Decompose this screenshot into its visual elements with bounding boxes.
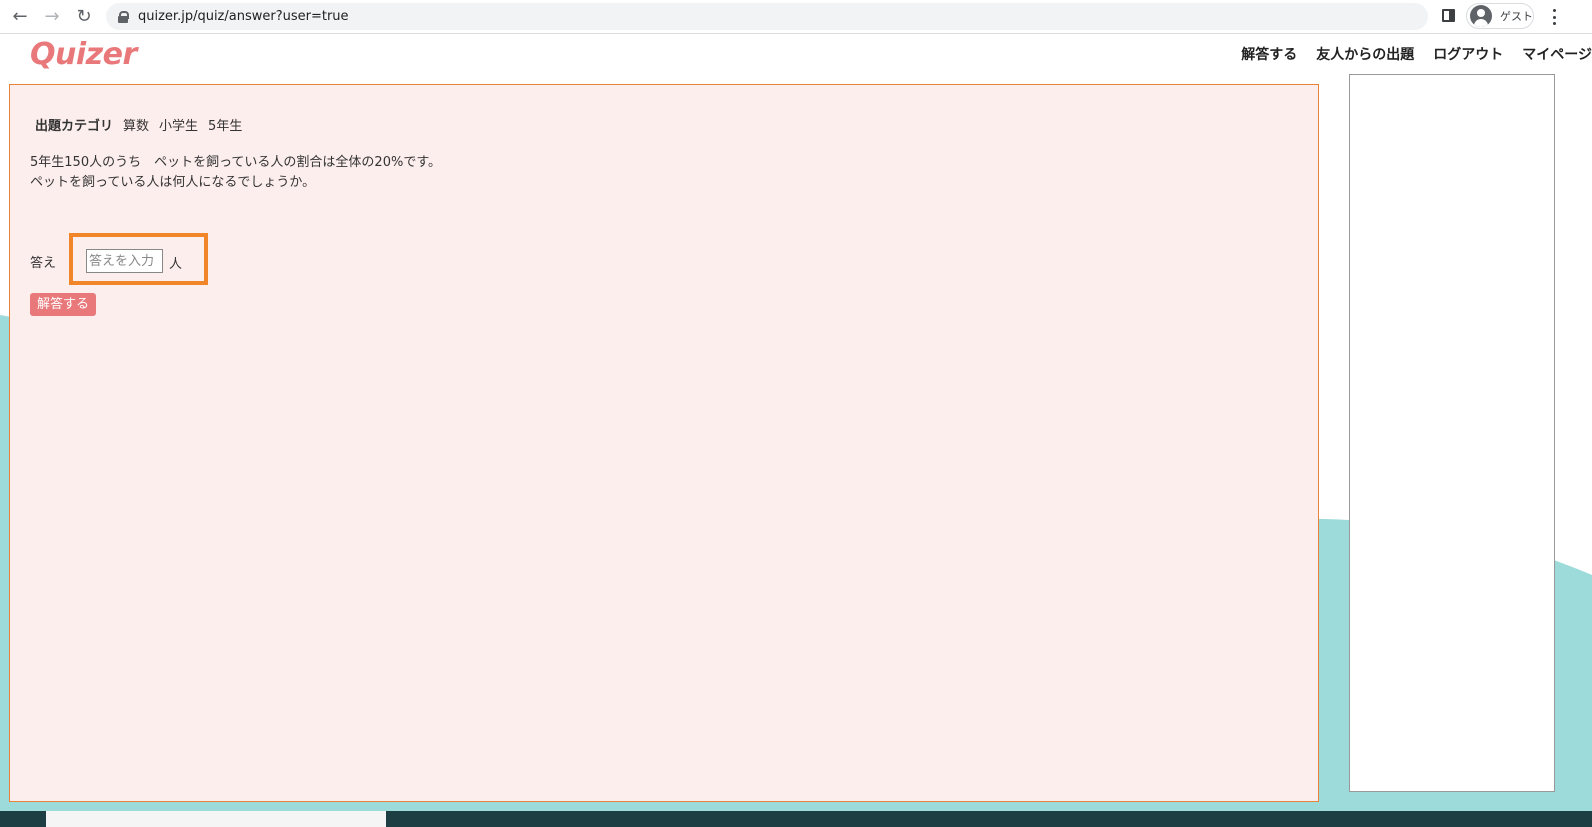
question-line: 5年生150人のうち ペットを飼っている人の割合は全体の20%です。 bbox=[30, 155, 442, 170]
more-menu-icon[interactable] bbox=[1550, 7, 1558, 27]
bottom-strip-segment bbox=[46, 811, 386, 827]
back-arrow-icon[interactable]: ← bbox=[8, 5, 32, 29]
category-label: 出題カテゴリ bbox=[35, 119, 114, 134]
avatar-icon bbox=[1470, 5, 1492, 27]
category-tag: 小学生 bbox=[159, 119, 199, 134]
nav-friend-questions[interactable]: 友人からの出題 bbox=[1316, 44, 1414, 64]
nav-mypage[interactable]: マイページ bbox=[1522, 44, 1592, 64]
profile-button[interactable]: ゲスト bbox=[1466, 3, 1534, 29]
lock-icon bbox=[118, 10, 129, 23]
answer-label: 答え bbox=[30, 256, 57, 271]
sidebar-ad-panel bbox=[1349, 74, 1555, 792]
profile-label: ゲスト bbox=[1500, 10, 1533, 23]
bottom-strip bbox=[0, 811, 1592, 827]
question-line: ペットを飼っている人は何人になるでしょうか。 bbox=[30, 175, 316, 190]
address-bar[interactable]: quizer.jp/quiz/answer?user=true bbox=[106, 3, 1428, 30]
submit-answer-button[interactable]: 解答する bbox=[30, 293, 97, 316]
side-panel-icon[interactable] bbox=[1442, 9, 1455, 22]
forward-arrow-icon[interactable]: → bbox=[40, 5, 64, 29]
category-tag: 5年生 bbox=[208, 119, 243, 134]
nav-logout[interactable]: ログアウト bbox=[1433, 44, 1503, 64]
question-text: 5年生150人のうち ペットを飼っている人の割合は全体の20%です。 ペットを飼… bbox=[30, 153, 441, 193]
nav-answer[interactable]: 解答する bbox=[1241, 44, 1297, 64]
category-tag: 算数 bbox=[123, 119, 150, 134]
site-logo[interactable]: Quizer bbox=[30, 37, 137, 72]
top-nav: 解答する 友人からの出題 ログアウト マイページ bbox=[1222, 44, 1592, 64]
answer-input[interactable] bbox=[86, 249, 163, 273]
url-text[interactable]: quizer.jp/quiz/answer?user=true bbox=[138, 9, 349, 24]
page: Quizer 解答する 友人からの出題 ログアウト マイページ 出題カテゴリ 算… bbox=[0, 35, 1592, 827]
quiz-card: 出題カテゴリ 算数 小学生 5年生 5年生150人のうち ペットを飼っている人の… bbox=[9, 84, 1319, 802]
reload-icon[interactable]: ↻ bbox=[72, 5, 96, 29]
category-row: 出題カテゴリ 算数 小学生 5年生 bbox=[35, 115, 242, 134]
answer-unit: 人 bbox=[169, 257, 183, 272]
browser-toolbar: ← → ↻ quizer.jp/quiz/answer?user=true ゲス… bbox=[0, 0, 1592, 34]
